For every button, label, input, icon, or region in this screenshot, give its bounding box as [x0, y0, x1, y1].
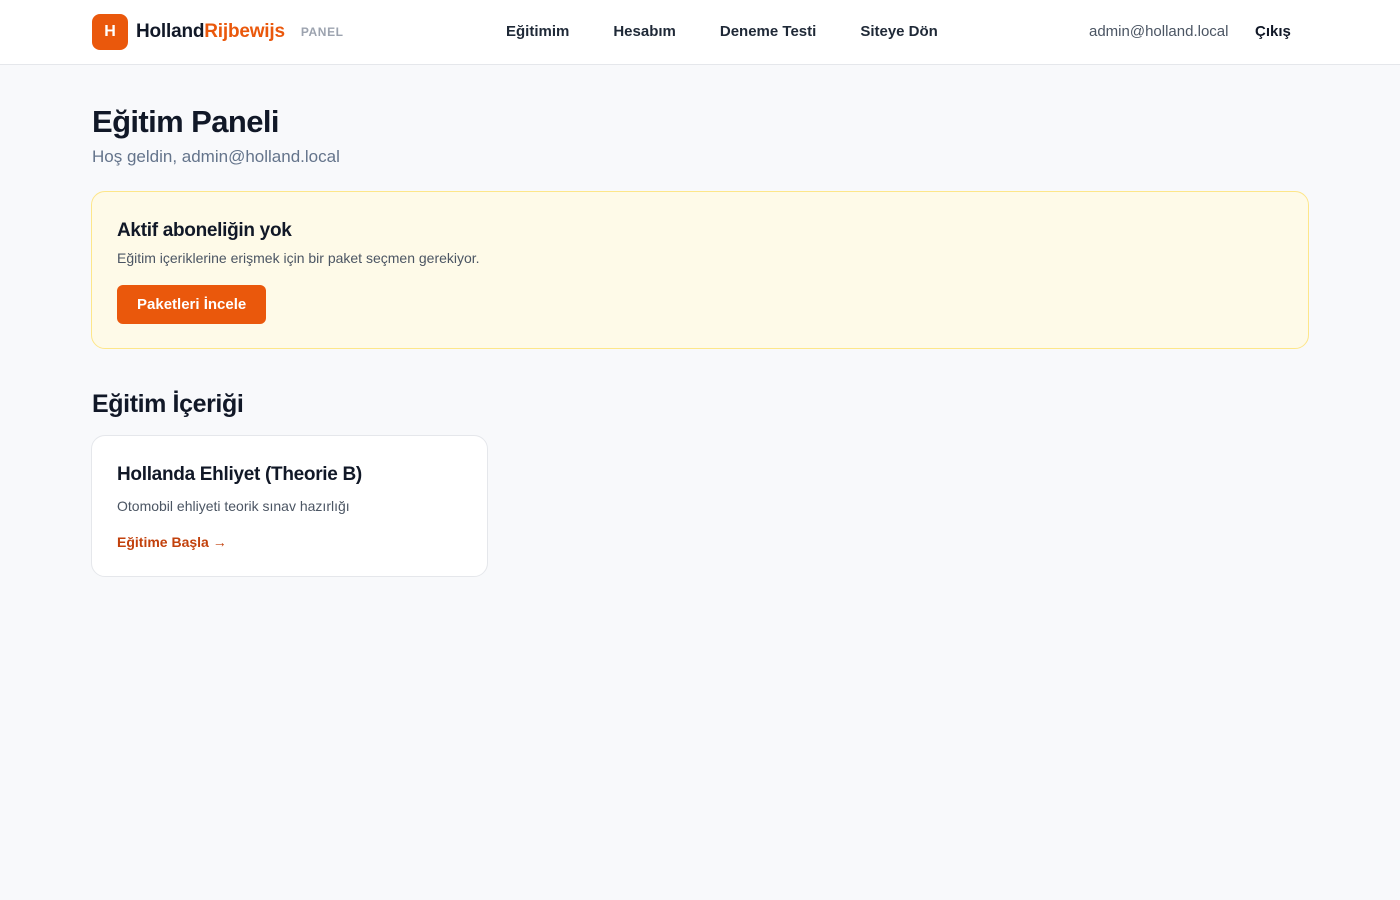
start-course-link[interactable]: Eğitime Başla →: [117, 534, 227, 550]
logout-button[interactable]: Çıkış: [1255, 23, 1291, 41]
section-title: Eğitim İçeriği: [92, 390, 244, 418]
alert-text: Eğitim içeriklerine erişmek için bir pak…: [117, 250, 480, 266]
alert-title: Aktif aboneliğin yok: [117, 220, 292, 241]
panel-tag: PANEL: [300, 25, 344, 39]
nav-item-egitimim[interactable]: Eğitimim: [506, 22, 569, 42]
course-description: Otomobil ehliyeti teorik sınav hazırlığı: [117, 498, 350, 514]
nav-item-hesabim[interactable]: Hesabım: [613, 22, 676, 42]
no-subscription-alert: Aktif aboneliğin yok Eğitim içeriklerine…: [91, 191, 1309, 349]
brand-logo-icon: H: [92, 14, 128, 50]
page-subtitle: Hoş geldin, admin@holland.local: [92, 147, 340, 166]
nav-item-siteye-don[interactable]: Siteye Dön: [860, 22, 938, 42]
brand-name: HollandRijbewijs: [136, 21, 285, 43]
brand-name-accent: Rijbewijs: [204, 21, 285, 42]
main-nav: Eğitimim Hesabım Deneme Testi Siteye Dön: [506, 22, 982, 42]
page-title: Eğitim Paneli: [92, 104, 279, 139]
top-navigation-bar: H HollandRijbewijs PANEL Eğitimim Hesabı…: [0, 0, 1400, 65]
brand-name-primary: Holland: [136, 21, 205, 42]
course-card: Hollanda Ehliyet (Theorie B) Otomobil eh…: [91, 435, 488, 577]
course-title: Hollanda Ehliyet (Theorie B): [117, 464, 362, 485]
brand-logo-link[interactable]: H HollandRijbewijs PANEL: [92, 14, 344, 50]
browse-packages-button[interactable]: Paketleri İncele: [117, 285, 267, 324]
user-email: admin@holland.local: [1089, 23, 1229, 40]
nav-item-deneme-testi[interactable]: Deneme Testi: [720, 22, 816, 42]
